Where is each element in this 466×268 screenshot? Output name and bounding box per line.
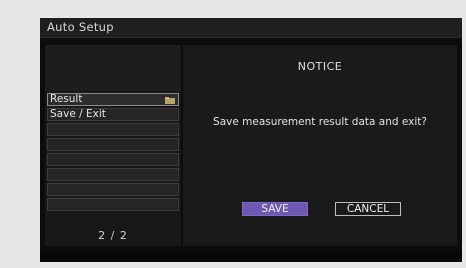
notice-message: Save measurement result data and exit?	[213, 116, 427, 128]
save-button[interactable]: SAVE	[242, 202, 308, 216]
window-title: Auto Setup	[47, 20, 114, 34]
menu-header-area	[45, 45, 181, 91]
notice-dialog: NOTICE Save measurement result data and …	[183, 45, 457, 246]
bottom-bar	[40, 250, 462, 262]
menu-item-label: Result	[50, 93, 83, 105]
menu-item-empty	[47, 153, 179, 166]
menu-item-result[interactable]: Result	[47, 93, 179, 106]
menu-item-empty	[47, 168, 179, 181]
notice-title: NOTICE	[297, 60, 343, 73]
menu-item-save-exit[interactable]: Save / Exit	[47, 108, 179, 121]
menu-pane: Result Save / Exit 2 / 2	[45, 45, 181, 246]
menu-item-empty	[47, 183, 179, 196]
page-indicator: 2 / 2	[98, 229, 128, 242]
menu-item-empty	[47, 198, 179, 211]
menu-item-empty	[47, 123, 179, 136]
tv-screen: Auto Setup Result Save / Exit 2 / 2 NOTI…	[40, 18, 462, 262]
menu-list: Result Save / Exit	[47, 93, 179, 213]
title-bar: Auto Setup	[40, 18, 462, 38]
menu-item-empty	[47, 138, 179, 151]
cancel-button[interactable]: CANCEL	[335, 202, 401, 216]
menu-item-label: Save / Exit	[50, 108, 106, 120]
folder-icon	[165, 97, 175, 104]
